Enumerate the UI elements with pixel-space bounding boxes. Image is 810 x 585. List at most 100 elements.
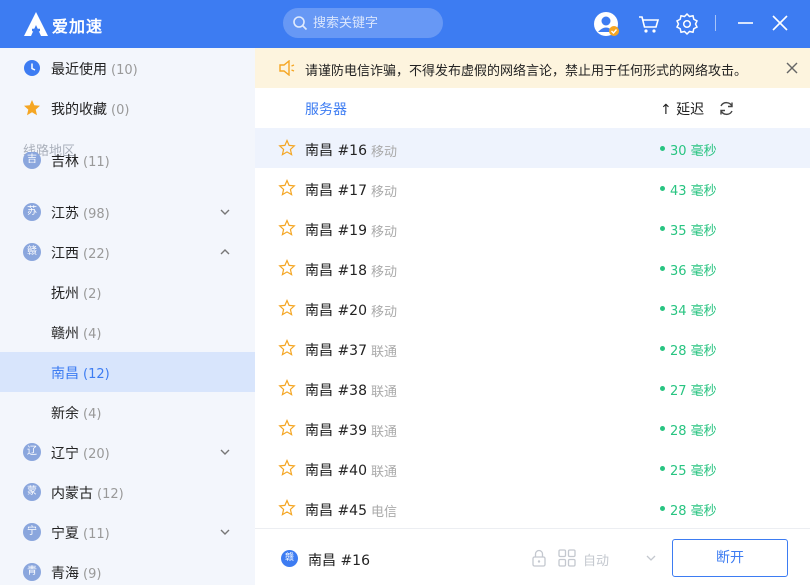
- server-name: 南昌 #17: [305, 183, 367, 199]
- column-header-server[interactable]: 服务器: [305, 99, 347, 119]
- favorite-star-icon[interactable]: [278, 299, 296, 317]
- server-latency: 30 毫秒: [670, 144, 717, 159]
- sidebar-item-region[interactable]: 辽 辽宁 (20): [0, 432, 255, 472]
- server-latency: 43 毫秒: [670, 184, 717, 199]
- chevron-down-icon[interactable]: [219, 206, 231, 218]
- connection-bar: 赣 南昌 #16 自动 断开: [255, 528, 810, 585]
- favorite-star-icon[interactable]: [278, 219, 296, 237]
- sidebar-item-label: 宁夏: [51, 526, 79, 542]
- server-row[interactable]: 南昌 #38 联通 27 毫秒: [255, 368, 810, 408]
- server-row[interactable]: 南昌 #17 移动 43 毫秒: [255, 168, 810, 208]
- sidebar-item-region[interactable]: 宁 宁夏 (11): [0, 512, 255, 552]
- sidebar-item-region[interactable]: 蒙 内蒙古 (12): [0, 472, 255, 512]
- avatar-icon[interactable]: [593, 11, 619, 37]
- sidebar-item-label: 新余: [51, 406, 79, 422]
- server-row[interactable]: 南昌 #16 移动 30 毫秒: [255, 128, 810, 168]
- app-logo-icon: [24, 12, 48, 36]
- status-dot: [660, 506, 665, 511]
- server-latency: 36 毫秒: [670, 264, 717, 279]
- server-name: 南昌 #39: [305, 423, 367, 439]
- sidebar-item-city-selected[interactable]: 南昌 (12): [0, 352, 255, 392]
- search-box[interactable]: [283, 8, 443, 38]
- status-dot: [660, 346, 665, 351]
- item-count: (2): [83, 287, 102, 302]
- server-latency: 34 毫秒: [670, 304, 717, 319]
- region-badge: 吉: [23, 152, 41, 169]
- sidebar-item-city[interactable]: 新余 (4): [0, 392, 255, 432]
- chevron-up-icon[interactable]: [219, 246, 231, 258]
- sidebar-item-label: 最近使用: [51, 62, 107, 78]
- server-isp: 移动: [371, 185, 398, 200]
- sidebar-item-region[interactable]: 吉 吉林 (11): [0, 152, 255, 180]
- search-input[interactable]: [313, 8, 438, 38]
- server-latency: 27 毫秒: [670, 384, 717, 399]
- item-count: (98): [83, 207, 110, 222]
- column-header-latency[interactable]: ↑ 延迟: [660, 99, 704, 119]
- close-icon[interactable]: [768, 11, 794, 37]
- sidebar-item-label: 吉林: [51, 154, 79, 170]
- disconnect-button[interactable]: 断开: [672, 539, 788, 577]
- title-bar: 爱加速: [0, 0, 810, 48]
- refresh-icon[interactable]: [718, 100, 735, 117]
- server-isp: 联通: [371, 345, 398, 360]
- cart-icon[interactable]: [636, 11, 662, 37]
- favorite-star-icon[interactable]: [278, 179, 296, 197]
- favorite-star-icon[interactable]: [278, 499, 296, 517]
- chevron-down-icon[interactable]: [645, 553, 657, 563]
- gear-icon[interactable]: [674, 11, 700, 37]
- star-icon: [24, 100, 40, 116]
- notice-text: 请谨防电信诈骗，不得发布虚假的网络言论，禁止用于任何形式的网络攻击。: [305, 64, 748, 79]
- favorite-star-icon[interactable]: [278, 139, 296, 157]
- favorite-star-icon[interactable]: [278, 459, 296, 477]
- sidebar-item-region[interactable]: 青 青海 (9): [0, 552, 255, 585]
- chevron-down-icon[interactable]: [219, 446, 231, 458]
- item-count: (11): [83, 527, 110, 542]
- server-name: 南昌 #19: [305, 223, 367, 239]
- mode-select-value[interactable]: 自动: [583, 550, 609, 569]
- server-row[interactable]: 南昌 #37 联通 28 毫秒: [255, 328, 810, 368]
- server-name: 南昌 #40: [305, 463, 367, 479]
- server-latency: 28 毫秒: [670, 504, 717, 519]
- sidebar-item-label: 南昌: [51, 366, 79, 382]
- sidebar-item-favorites[interactable]: 我的收藏 (0): [0, 88, 255, 128]
- sidebar: 最近使用 (10) 我的收藏 (0) 线路地区 吉 吉林 (11) 苏 江苏 (98) …: [0, 48, 255, 585]
- server-isp: 联通: [371, 385, 398, 400]
- server-latency: 35 毫秒: [670, 224, 717, 239]
- server-row[interactable]: 南昌 #45 电信 28 毫秒: [255, 488, 810, 528]
- close-notice-icon[interactable]: [785, 61, 799, 75]
- chevron-down-icon[interactable]: [219, 526, 231, 538]
- sidebar-item-region[interactable]: 赣 江西 (22): [0, 232, 255, 272]
- minimize-icon[interactable]: [733, 11, 759, 37]
- item-count: (4): [83, 407, 102, 422]
- mode-grid-icon[interactable]: [558, 549, 576, 567]
- server-row[interactable]: 南昌 #19 移动 35 毫秒: [255, 208, 810, 248]
- item-count: (20): [83, 447, 110, 462]
- favorite-star-icon[interactable]: [278, 419, 296, 437]
- sidebar-item-label: 江西: [51, 246, 79, 262]
- status-dot: [660, 226, 665, 231]
- lock-icon[interactable]: [531, 549, 547, 567]
- region-badge: 苏: [23, 203, 41, 221]
- server-row[interactable]: 南昌 #40 联通 25 毫秒: [255, 448, 810, 488]
- favorite-star-icon[interactable]: [278, 259, 296, 277]
- server-latency: 25 毫秒: [670, 464, 717, 479]
- favorite-star-icon[interactable]: [278, 339, 296, 357]
- server-isp: 移动: [371, 225, 398, 240]
- server-name: 南昌 #16: [305, 143, 367, 159]
- status-dot: [660, 146, 665, 151]
- app-title: 爱加速: [52, 17, 104, 36]
- server-latency: 28 毫秒: [670, 424, 717, 439]
- sidebar-item-region[interactable]: 苏 江苏 (98): [0, 192, 255, 232]
- server-row[interactable]: 南昌 #18 移动 36 毫秒: [255, 248, 810, 288]
- server-row[interactable]: 南昌 #39 联通 28 毫秒: [255, 408, 810, 448]
- server-row[interactable]: 南昌 #20 移动 34 毫秒: [255, 288, 810, 328]
- sidebar-item-recent[interactable]: 最近使用 (10): [0, 48, 255, 88]
- item-count: (4): [83, 327, 102, 342]
- server-latency: 28 毫秒: [670, 344, 717, 359]
- sidebar-item-city[interactable]: 赣州 (4): [0, 312, 255, 352]
- sidebar-item-label: 我的收藏: [51, 102, 107, 118]
- sidebar-item-city[interactable]: 抚州 (2): [0, 272, 255, 312]
- sidebar-item-label: 青海: [51, 566, 79, 582]
- server-name: 南昌 #38: [305, 383, 367, 399]
- favorite-star-icon[interactable]: [278, 379, 296, 397]
